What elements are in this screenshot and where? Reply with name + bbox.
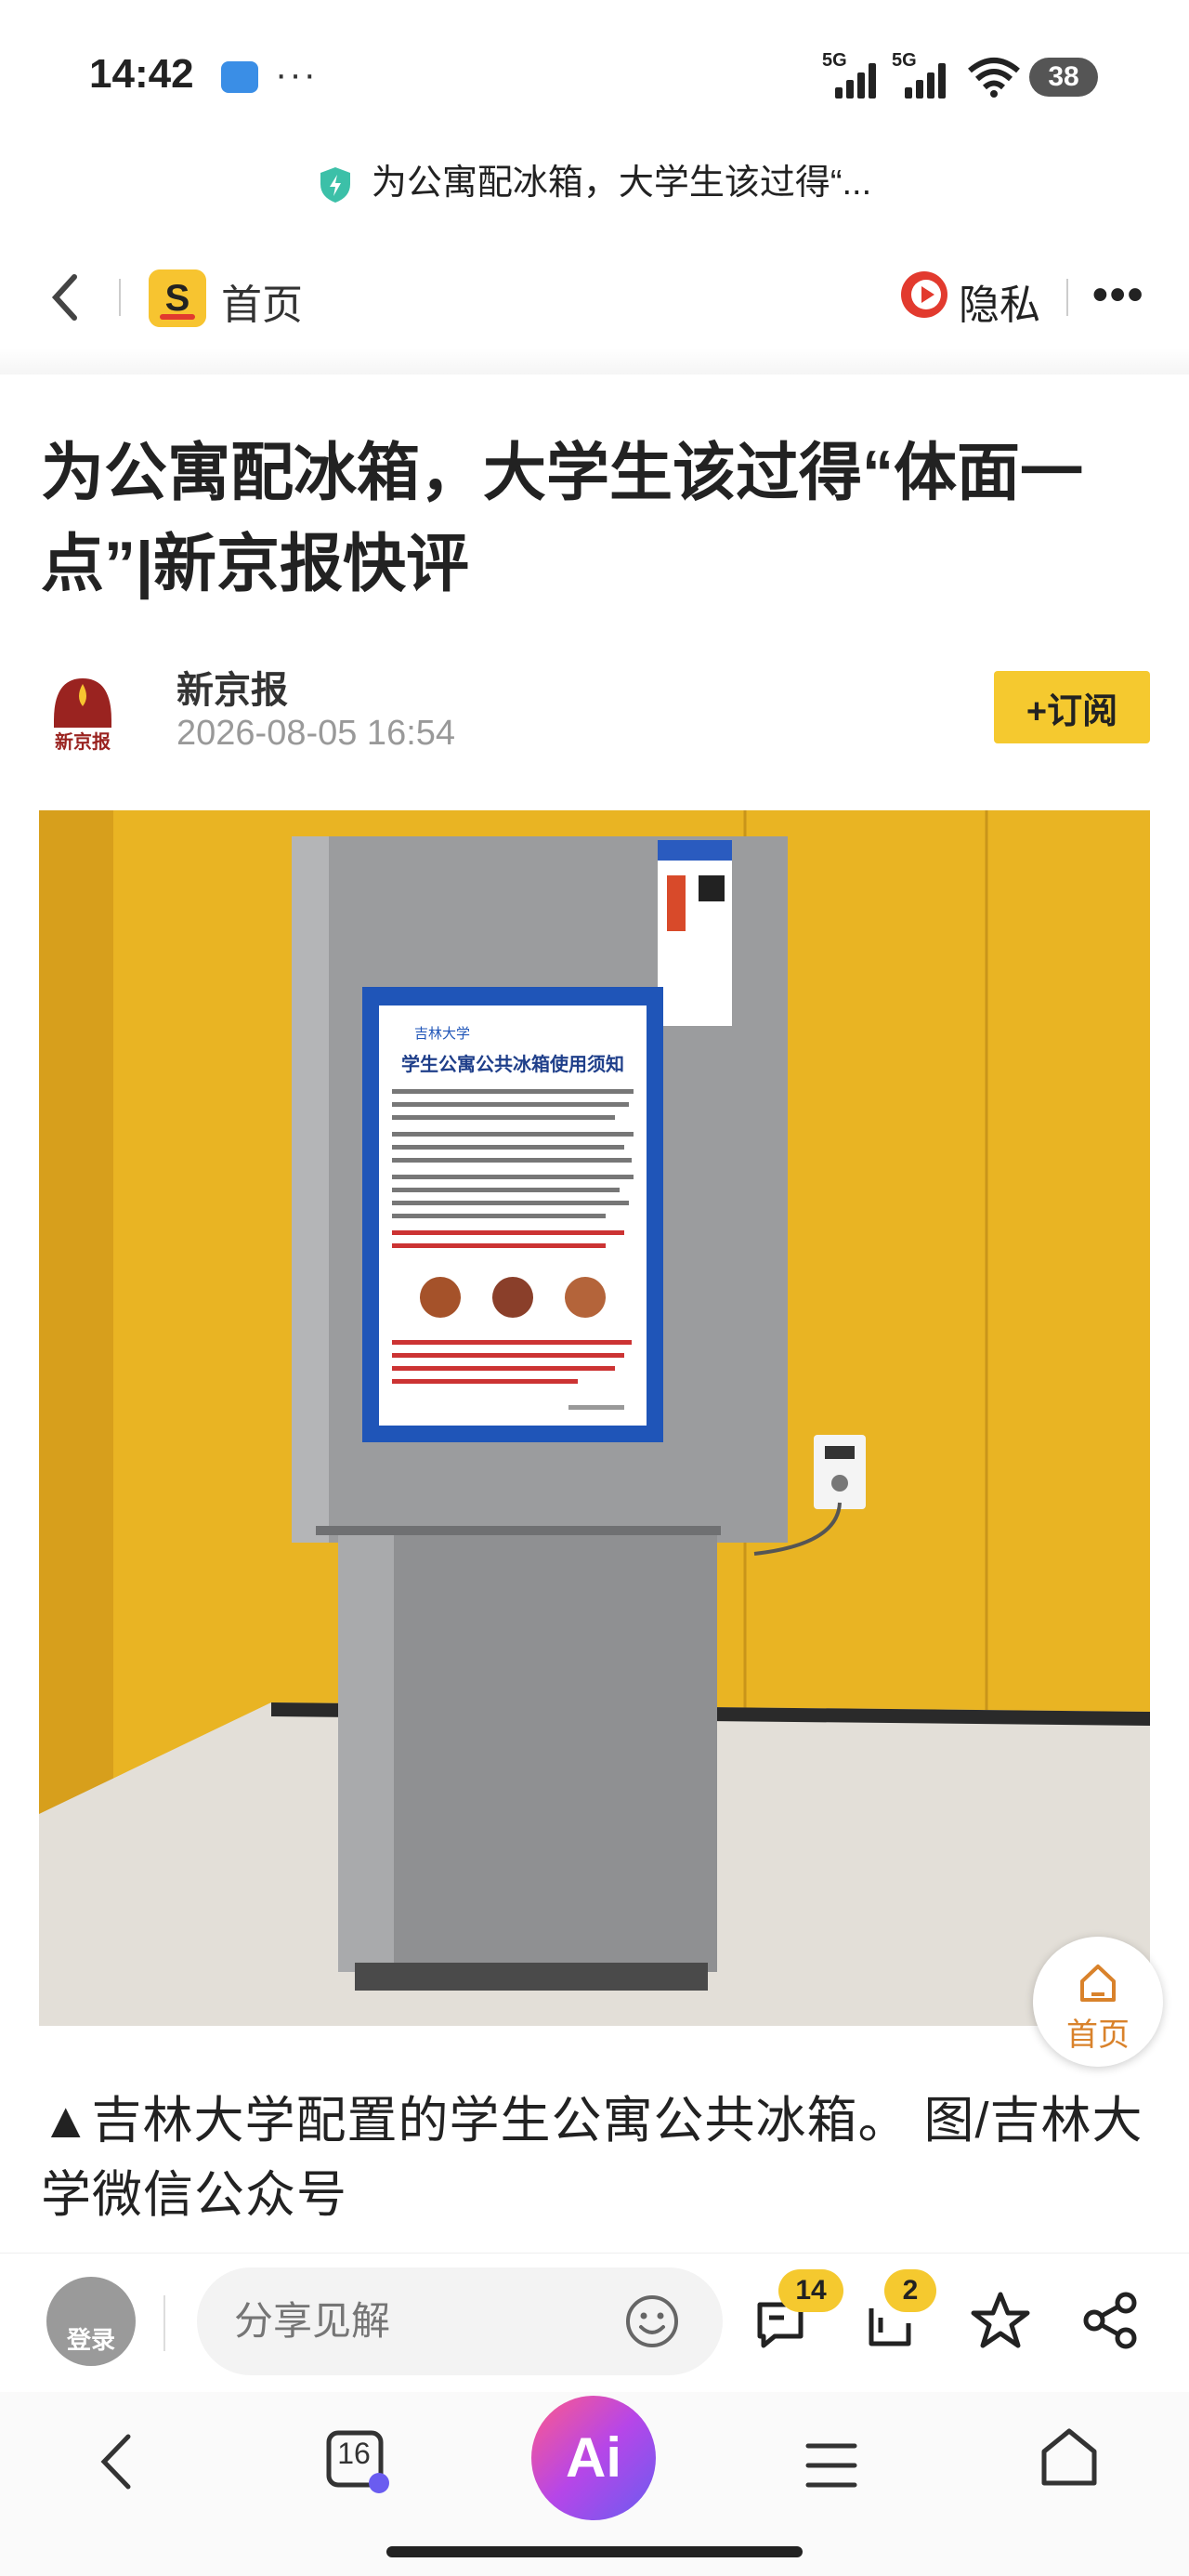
svg-text:S: S — [165, 278, 190, 319]
home-indicator[interactable] — [386, 2546, 803, 2557]
comment-count-badge: 14 — [778, 2269, 843, 2312]
back-icon[interactable] — [43, 269, 89, 325]
author-name[interactable]: 新京报 — [176, 660, 288, 714]
publish-date: 2026-08-05 16:54 — [176, 714, 456, 753]
article-title: 为公寓配冰箱，大学生该过得“体面一点”|新京报快评 — [41, 438, 1084, 599]
floating-home-label: 首页 — [1066, 2017, 1130, 2053]
browser-back-icon[interactable] — [97, 2431, 137, 2492]
battery-indicator: 38 — [1029, 58, 1098, 97]
url-title: 为公寓配冰箱，大学生该过得“... — [371, 164, 872, 203]
divider — [119, 279, 121, 316]
wifi-icon — [968, 58, 1020, 98]
privacy-play-icon[interactable] — [901, 271, 947, 318]
author-avatar[interactable]: 新京报 — [45, 669, 121, 753]
notification-app-icon — [221, 61, 258, 93]
notice-header: 吉林大学 — [414, 1025, 470, 1042]
divider — [1066, 279, 1068, 316]
article-photo[interactable]: 吉林大学 学生公寓公共冰箱使用须知 — [39, 810, 1150, 2026]
status-more-icon: ··· — [275, 54, 318, 95]
home-icon — [1080, 1965, 1116, 2002]
repost-count-badge: 2 — [884, 2269, 936, 2312]
emoji-icon[interactable] — [624, 2293, 680, 2349]
notice-title: 学生公寓公共冰箱使用须知 — [401, 1053, 624, 1075]
app-logo-icon[interactable]: S — [149, 269, 206, 327]
photo-caption: ▲吉林大学配置的学生公寓公共冰箱。 图/吉林大学微信公众号 — [41, 2093, 1143, 2223]
menu-icon[interactable] — [804, 2440, 858, 2491]
url-bar[interactable]: 为公寓配冰箱，大学生该过得“... — [0, 149, 1189, 217]
privacy-link[interactable]: 隐私 — [959, 271, 1040, 331]
avatar-text: 新京报 — [55, 730, 111, 753]
shield-icon — [320, 166, 350, 203]
ai-assistant-button[interactable]: Ai — [531, 2396, 656, 2520]
browser-home-icon[interactable] — [1039, 2425, 1100, 2491]
share-icon[interactable] — [1081, 2290, 1141, 2351]
scroll-shadow — [0, 348, 1189, 375]
floating-home-button[interactable]: 首页 — [1033, 1937, 1163, 2067]
status-time: 14:42 — [89, 51, 194, 97]
divider — [163, 2295, 165, 2351]
home-link[interactable]: 首页 — [221, 271, 303, 331]
tab-count: 16 — [337, 2437, 371, 2470]
login-label[interactable]: 登录 — [46, 2321, 136, 2356]
more-menu-button[interactable]: ••• — [1092, 269, 1144, 321]
star-icon[interactable] — [970, 2290, 1031, 2351]
subscribe-button[interactable]: +订阅 — [994, 671, 1150, 743]
